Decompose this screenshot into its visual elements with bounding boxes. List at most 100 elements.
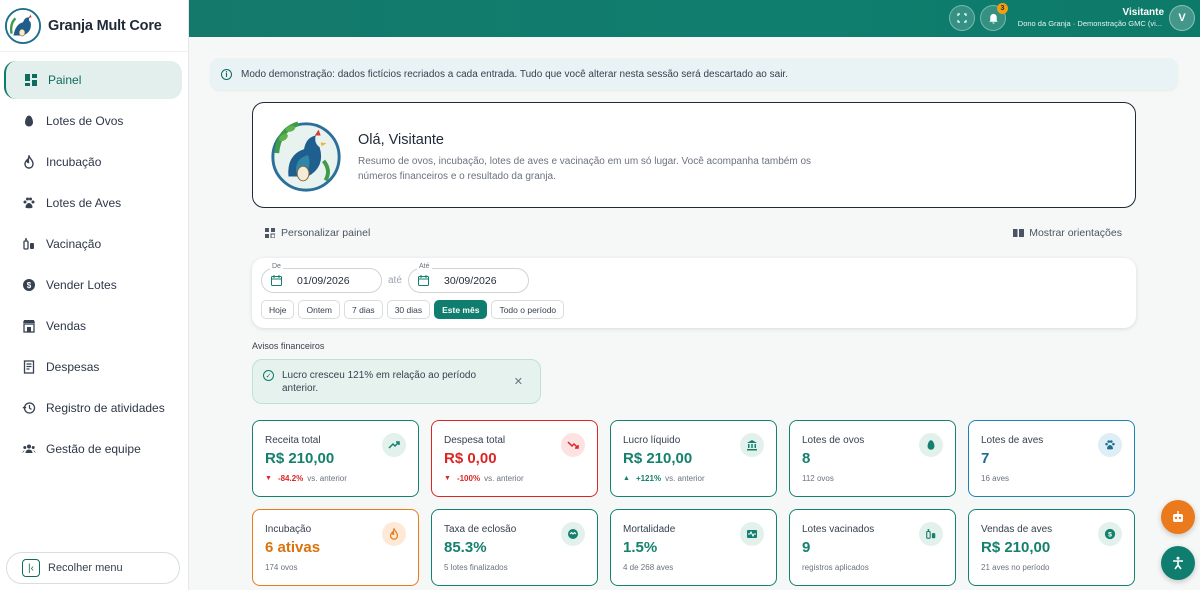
demo-notice-text: Modo demonstração: dados fictícios recri… <box>241 68 788 80</box>
date-to-value: 30/09/2026 <box>444 274 497 287</box>
kpi-value: 6 ativas <box>265 539 321 556</box>
flame-icon <box>382 522 406 546</box>
kpi-card[interactable]: Taxa de eclosão 85.3% 5 lotes finalizados <box>431 509 598 586</box>
notifications-button[interactable]: 3 <box>980 3 1008 31</box>
date-to-label: Até <box>417 263 432 270</box>
customize-label: Personalizar painel <box>281 227 371 239</box>
period-chip[interactable]: 7 dias <box>344 300 383 319</box>
sidebar-item-label: Painel <box>48 73 82 87</box>
kpi-title: Lucro líquido <box>623 435 681 446</box>
sidebar-item-label: Vender Lotes <box>46 278 117 292</box>
period-chip[interactable]: Ontem <box>298 300 340 319</box>
hatch-icon <box>561 522 585 546</box>
rooster-logo-icon <box>271 121 341 192</box>
kpi-card[interactable]: Lotes vacinados 9 registros aplicados <box>789 509 956 586</box>
accessibility-button[interactable] <box>1161 546 1195 580</box>
egg-icon <box>22 114 36 128</box>
store-icon <box>22 319 36 333</box>
kpi-title: Lotes de ovos <box>802 435 865 446</box>
svg-text:$: $ <box>1108 532 1112 539</box>
kpi-delta-value: -84.2% <box>277 474 304 483</box>
sidebar-item-painel[interactable]: Painel <box>4 61 182 99</box>
close-icon[interactable]: ✕ <box>514 375 523 388</box>
kpi-title: Incubação <box>265 524 312 535</box>
avatar[interactable]: V <box>1169 5 1195 31</box>
bank-icon <box>740 433 764 457</box>
kpi-title: Receita total <box>265 435 321 446</box>
date-to-field[interactable]: Até 30/09/2026 <box>408 263 529 293</box>
kpi-title: Lotes de aves <box>981 435 1044 446</box>
kpi-card[interactable]: Incubação 6 ativas 174 ovos <box>252 509 419 586</box>
collapse-icon: |‹ <box>22 559 40 577</box>
sidebar-item-incubacao[interactable]: Incubação <box>4 143 182 181</box>
flame-icon <box>22 155 36 169</box>
kpi-card[interactable]: Receita total R$ 210,00 ▼ -84.2% vs. anterio… <box>252 420 419 497</box>
period-chip[interactable]: Todo o período <box>491 300 565 319</box>
kpi-card[interactable]: Mortalidade 1.5% 4 de 268 aves <box>610 509 777 586</box>
notifications-badge: 3 <box>997 3 1008 14</box>
kpi-note: 112 ovos <box>802 474 834 483</box>
kpi-delta-value: -100% <box>456 474 481 483</box>
kpi-title: Lotes vacinados <box>802 524 875 535</box>
robot-icon <box>1173 511 1183 522</box>
kpi-value: 1.5% <box>623 539 658 556</box>
welcome-card: Olá, Visitante Resumo de ovos, incubação… <box>252 102 1136 208</box>
dollar-icon: $ <box>22 278 36 292</box>
arrow-up-icon: ▲ <box>623 475 630 482</box>
kpi-value: R$ 210,00 <box>623 450 693 467</box>
kpi-value: 7 <box>981 450 990 467</box>
kpi-card[interactable]: Lotes de ovos 8 112 ovos <box>789 420 956 497</box>
kpi-card[interactable]: Lotes de aves 7 16 aves <box>968 420 1135 497</box>
sidebar-nav: Painel Lotes de Ovos Incubação Lotes de Ave… <box>0 52 188 468</box>
period-chip[interactable]: Este mês <box>434 300 488 319</box>
kpi-value: 8 <box>802 450 811 467</box>
check-circle-icon: ✓ <box>263 370 274 381</box>
paw-icon <box>22 196 36 210</box>
kpi-value: R$ 210,00 <box>981 539 1051 556</box>
sidebar-item-label: Lotes de Ovos <box>46 114 124 128</box>
fullscreen-button[interactable] <box>949 5 975 31</box>
trending-up-icon <box>382 433 406 457</box>
sidebar-item-label: Lotes de Aves <box>46 196 122 210</box>
sidebar: Granja Mult Core Painel Lotes de Ovos Incu… <box>0 0 189 590</box>
period-chip[interactable]: Hoje <box>261 300 295 319</box>
sidebar-item-lotes-de-aves[interactable]: Lotes de Aves <box>4 184 182 222</box>
period-chips: Hoje Ontem 7 dias 30 dias Este mês Todo o per… <box>261 300 568 319</box>
sidebar-item-vacinacao[interactable]: Vacinação <box>4 225 182 263</box>
sidebar-item-vender-lotes[interactable]: $ Vender Lotes <box>4 266 182 304</box>
kpi-title: Mortalidade <box>623 524 676 535</box>
assistant-button[interactable] <box>1161 500 1195 534</box>
dashboard-icon <box>24 73 38 87</box>
kpi-card[interactable]: Despesa total R$ 0,00 ▼ -100% vs. anterior <box>431 420 598 497</box>
info-icon: i <box>221 68 232 80</box>
period-chip[interactable]: 30 dias <box>386 300 431 319</box>
vaccine-icon <box>919 522 943 546</box>
kpi-delta-value: +121% <box>635 474 662 483</box>
user-name[interactable]: Visitante <box>1123 7 1165 18</box>
sidebar-item-label: Gestão de equipe <box>46 442 141 456</box>
collapse-menu-button[interactable]: |‹ Recolher menu <box>6 552 180 584</box>
brand[interactable]: Granja Mult Core <box>0 0 188 52</box>
sidebar-item-despesas[interactable]: Despesas <box>4 348 182 386</box>
sidebar-item-registro-de-atividades[interactable]: Registro de atividades <box>4 389 182 427</box>
demo-notice: i Modo demonstração: dados fictícios rec… <box>210 58 1178 90</box>
fullscreen-icon <box>957 13 967 23</box>
calendar-icon <box>271 275 282 286</box>
welcome-description: Resumo de ovos, incubação, lotes de aves… <box>358 156 812 182</box>
sidebar-item-label: Vendas <box>46 319 87 333</box>
customize-dashboard-button[interactable]: Personalizar painel <box>265 227 370 239</box>
kpi-note: registros aplicados <box>802 563 869 572</box>
kpi-delta: ▼ -100% vs. anterior <box>444 474 524 483</box>
financial-alerts-label: Avisos financeiros <box>252 341 325 351</box>
kpi-card[interactable]: Vendas de aves R$ 210,00 21 aves no períod… <box>968 509 1135 586</box>
sidebar-item-lotes-de-ovos[interactable]: Lotes de Ovos <box>4 102 182 140</box>
sidebar-item-vendas[interactable]: Vendas <box>4 307 182 345</box>
topbar: 3 Visitante Dono da Granja · Demonstraçã… <box>189 0 1200 37</box>
kpi-compare: vs. anterior <box>484 474 524 483</box>
sidebar-item-gestao-de-equipe[interactable]: Gestão de equipe <box>4 430 182 468</box>
date-from-field[interactable]: De 01/09/2026 <box>261 263 382 293</box>
team-icon <box>22 442 36 456</box>
show-guides-button[interactable]: Mostrar orientações <box>1013 227 1122 239</box>
kpi-card[interactable]: Lucro líquido R$ 210,00 ▲ +121% vs. anterior <box>610 420 777 497</box>
sidebar-item-label: Vacinação <box>46 237 102 251</box>
